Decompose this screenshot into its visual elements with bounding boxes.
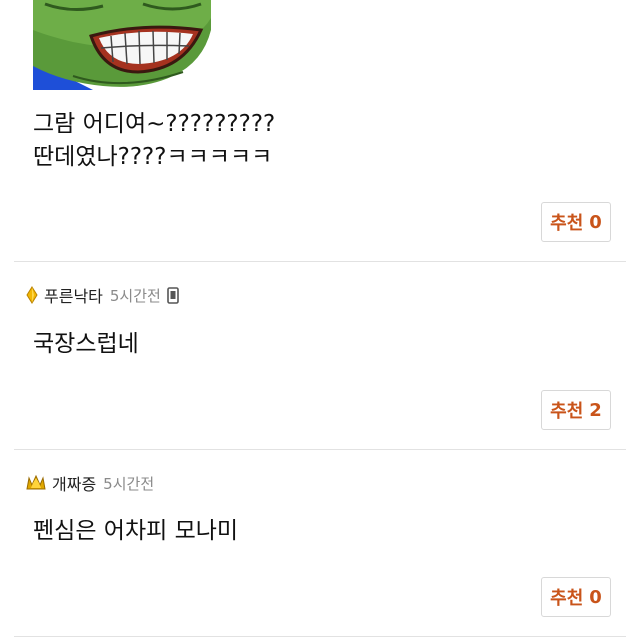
comment-divider: [14, 449, 626, 450]
recommend-label: 추천: [550, 401, 584, 422]
recommend-count: 2: [589, 399, 602, 421]
comment-meta: 푸른낙타 5시간전: [26, 283, 179, 307]
yellow-diamond-icon: [26, 286, 38, 304]
username[interactable]: 개짜증: [52, 471, 96, 495]
recommend-button[interactable]: 추천 2: [541, 390, 611, 430]
comment-divider: [14, 261, 626, 262]
comment-image[interactable]: [33, 0, 211, 90]
recommend-count: 0: [589, 586, 602, 608]
recommend-label: 추천: [550, 213, 584, 234]
timestamp: 5시간전: [103, 474, 155, 493]
comment-text-line: 그람 어디여~?????????: [33, 111, 276, 137]
comment-text: 국장스럽네: [33, 331, 139, 357]
smiling-frog-meme-icon: [33, 0, 211, 90]
comment-divider: [14, 636, 626, 637]
comment-meta: 개짜증 5시간전: [26, 471, 160, 495]
recommend-button[interactable]: 추천 0: [541, 577, 611, 617]
mobile-phone-icon: [167, 286, 179, 304]
timestamp: 5시간전: [109, 286, 161, 305]
username[interactable]: 푸른낙타: [44, 283, 103, 307]
recommend-button[interactable]: 추천 0: [541, 202, 611, 242]
recommend-label: 추천: [550, 588, 584, 609]
comment-text-line: 딴데였나????ㅋㅋㅋㅋㅋ: [33, 144, 273, 170]
comment-text: 펜심은 어차피 모나미: [33, 518, 239, 544]
gold-crown-icon: [26, 475, 46, 491]
recommend-count: 0: [589, 211, 602, 233]
